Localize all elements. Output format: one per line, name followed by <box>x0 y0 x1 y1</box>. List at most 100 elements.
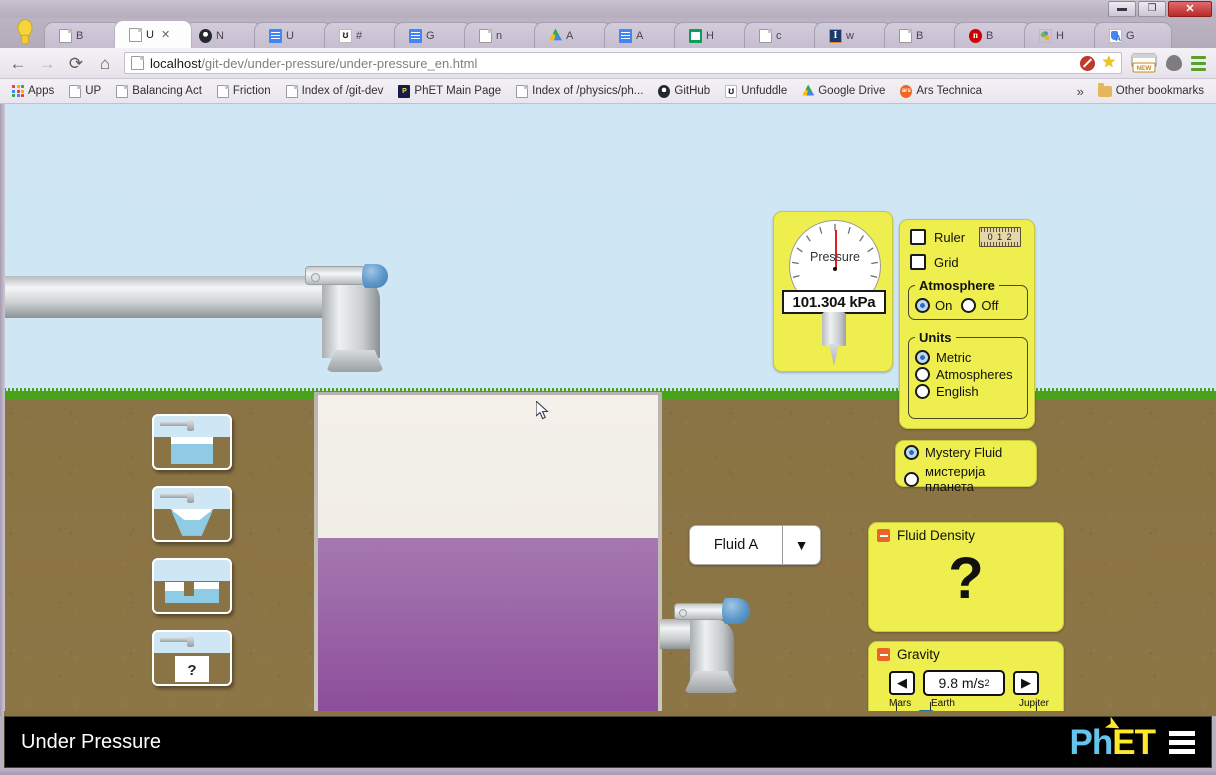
browser-tab[interactable]: N <box>184 22 262 48</box>
close-button[interactable]: ✕ <box>1168 1 1212 17</box>
ghost-extension-icon[interactable] <box>1166 55 1182 71</box>
fluid-selector-dropdown[interactable]: Fluid A ▼ <box>689 525 821 565</box>
faucet-horizontal-pipe <box>0 276 330 318</box>
atmosphere-options: On Off <box>915 298 1021 313</box>
mystery-planet-radio[interactable] <box>904 471 919 487</box>
browser-tab[interactable]: A <box>604 22 682 48</box>
bookmark-item[interactable]: P PhET Main Page <box>392 83 507 100</box>
page-icon <box>899 28 912 43</box>
bookmark-item[interactable]: Index of /git-dev <box>280 83 390 100</box>
pressure-gauge-panel[interactable]: Pressure 101.304 kPa <box>773 211 893 372</box>
home-button[interactable]: ⌂ <box>95 53 115 73</box>
ruler-checkbox[interactable] <box>910 229 926 245</box>
drain-valve-knob[interactable] <box>722 598 750 624</box>
atmosphere-on-radio[interactable] <box>915 298 930 313</box>
atmosphere-off-radio[interactable] <box>961 298 977 313</box>
units-english-row[interactable]: English <box>915 384 1021 399</box>
minimize-icon[interactable] <box>877 648 890 661</box>
phet-logo[interactable]: PhET ➤ <box>1070 713 1195 762</box>
tab-list: BU✕NUʊ#GnAAHcIwBnBHG <box>44 20 1172 48</box>
address-bar[interactable]: localhost/git-dev/under-pressure/under-p… <box>124 52 1122 74</box>
units-english-radio[interactable] <box>915 384 930 399</box>
browser-tab[interactable]: G <box>394 22 472 48</box>
mystery-fluid-row[interactable]: Mystery Fluid <box>904 445 1036 460</box>
grid-checkbox[interactable] <box>910 254 926 270</box>
scene-thumbnail-chamber-pool[interactable] <box>152 558 232 614</box>
bookmark-item[interactable]: Google Drive <box>796 83 891 100</box>
other-bookmarks-item[interactable]: Other bookmarks <box>1092 82 1210 99</box>
drain-faucet[interactable] <box>660 598 750 694</box>
scene-thumbnail-mystery-pool[interactable]: ? <box>152 630 232 686</box>
units-metric-row[interactable]: Metric <box>915 350 1021 365</box>
inlet-faucet[interactable] <box>0 264 390 372</box>
browser-tab[interactable]: B <box>44 22 122 48</box>
new-extension-icon[interactable]: NEW <box>1131 53 1157 73</box>
atmosphere-on-label: On <box>935 298 953 313</box>
forward-button[interactable]: → <box>37 53 57 73</box>
browser-tab[interactable]: U <box>254 22 332 48</box>
mystery-planet-row[interactable]: мистерија планета <box>904 464 1036 494</box>
browser-tab[interactable]: H <box>1024 22 1102 48</box>
browser-tab[interactable]: G <box>1094 22 1172 48</box>
ruler-checkbox-row[interactable]: Ruler 0 1 2 <box>910 227 1034 247</box>
minimize-icon[interactable] <box>877 529 890 542</box>
back-button[interactable]: ← <box>8 53 28 73</box>
phet-logo-part2: ET <box>1112 722 1156 762</box>
browser-tab-label: B <box>916 29 924 42</box>
browser-tab[interactable]: B <box>884 22 962 48</box>
grid-checkbox-row[interactable]: Grid <box>910 254 1034 270</box>
atmosphere-off-label: Off <box>981 298 999 313</box>
scene-thumbnail-trapezoid-pool[interactable] <box>152 486 232 542</box>
browser-tab[interactable]: A <box>534 22 612 48</box>
browser-tab-label: G <box>426 29 435 42</box>
maximize-button[interactable]: ❐ <box>1138 1 1166 17</box>
google-sheets-icon <box>689 28 702 43</box>
scene-thumbnail-square-pool[interactable] <box>152 414 232 470</box>
gravity-decrement-button[interactable]: ◀ <box>889 671 915 695</box>
browser-tab[interactable]: H <box>674 22 752 48</box>
bookmarks-overflow-icon[interactable]: » <box>1077 84 1084 99</box>
bookmark-item[interactable]: UP <box>63 83 107 100</box>
browser-tab[interactable]: c <box>744 22 822 48</box>
bookmark-star-icon[interactable]: ★ <box>1102 55 1116 71</box>
units-metric-radio[interactable] <box>915 350 930 365</box>
gravity-tick-mars: Mars <box>889 698 912 709</box>
units-atmospheres-radio[interactable] <box>915 367 930 382</box>
bookmark-label: Google Drive <box>818 85 886 97</box>
sim-menu-icon[interactable] <box>1169 730 1195 754</box>
browser-tab[interactable]: Iw <box>814 22 892 48</box>
browser-menu-icon[interactable] <box>1191 55 1208 71</box>
simulation-canvas: ? Pressure 101.304 kPa Ruler 0 1 2 Grid … <box>0 104 1216 716</box>
bookmark-item[interactable]: ars Ars Technica <box>894 83 988 100</box>
illinois-icon: I <box>829 28 842 43</box>
units-atmospheres-row[interactable]: Atmospheres <box>915 367 1021 382</box>
bookmark-item[interactable]: Balancing Act <box>110 83 208 100</box>
scene-selector: ? <box>152 414 238 702</box>
bookmark-item[interactable]: Apps <box>6 83 60 99</box>
browser-tab[interactable]: n <box>464 22 542 48</box>
browser-tab[interactable]: U ✕ <box>114 20 192 48</box>
minimize-button[interactable]: ▬ <box>1108 1 1136 17</box>
blocked-plugin-icon[interactable] <box>1079 55 1095 71</box>
browser-tab[interactable]: nB <box>954 22 1032 48</box>
atmosphere-legend: Atmosphere <box>919 278 995 293</box>
gravity-increment-button[interactable]: ▶ <box>1013 671 1039 695</box>
simulation-footer: Under Pressure PhET ➤ <box>4 713 1212 768</box>
bookmark-item[interactable]: Index of /physics/ph... <box>510 83 649 100</box>
chevron-down-icon[interactable]: ▼ <box>782 526 820 564</box>
reload-button[interactable]: ⟳ <box>66 53 86 73</box>
bookmark-item[interactable]: GitHub <box>652 83 716 100</box>
thumb-water <box>164 591 185 603</box>
gravity-tick-jupiter: Jupiter <box>1018 698 1049 709</box>
github-icon <box>199 28 212 43</box>
browser-tab[interactable]: ʊ # <box>324 22 402 48</box>
bookmark-item[interactable]: ʊ Unfuddle <box>719 83 793 100</box>
fluid-density-panel: Fluid Density ? <box>868 522 1064 632</box>
bookmark-item[interactable]: Friction <box>211 83 277 100</box>
faucet-valve-knob[interactable] <box>362 264 388 288</box>
close-tab-icon[interactable]: ✕ <box>161 28 170 41</box>
photo-icon <box>1039 28 1052 43</box>
browser-tab-label: B <box>986 29 994 42</box>
gravity-panel: Gravity ◀ 9.8 m/s 2 ▶ Mars Earth Jupiter <box>868 641 1064 716</box>
mystery-fluid-radio[interactable] <box>904 445 919 460</box>
